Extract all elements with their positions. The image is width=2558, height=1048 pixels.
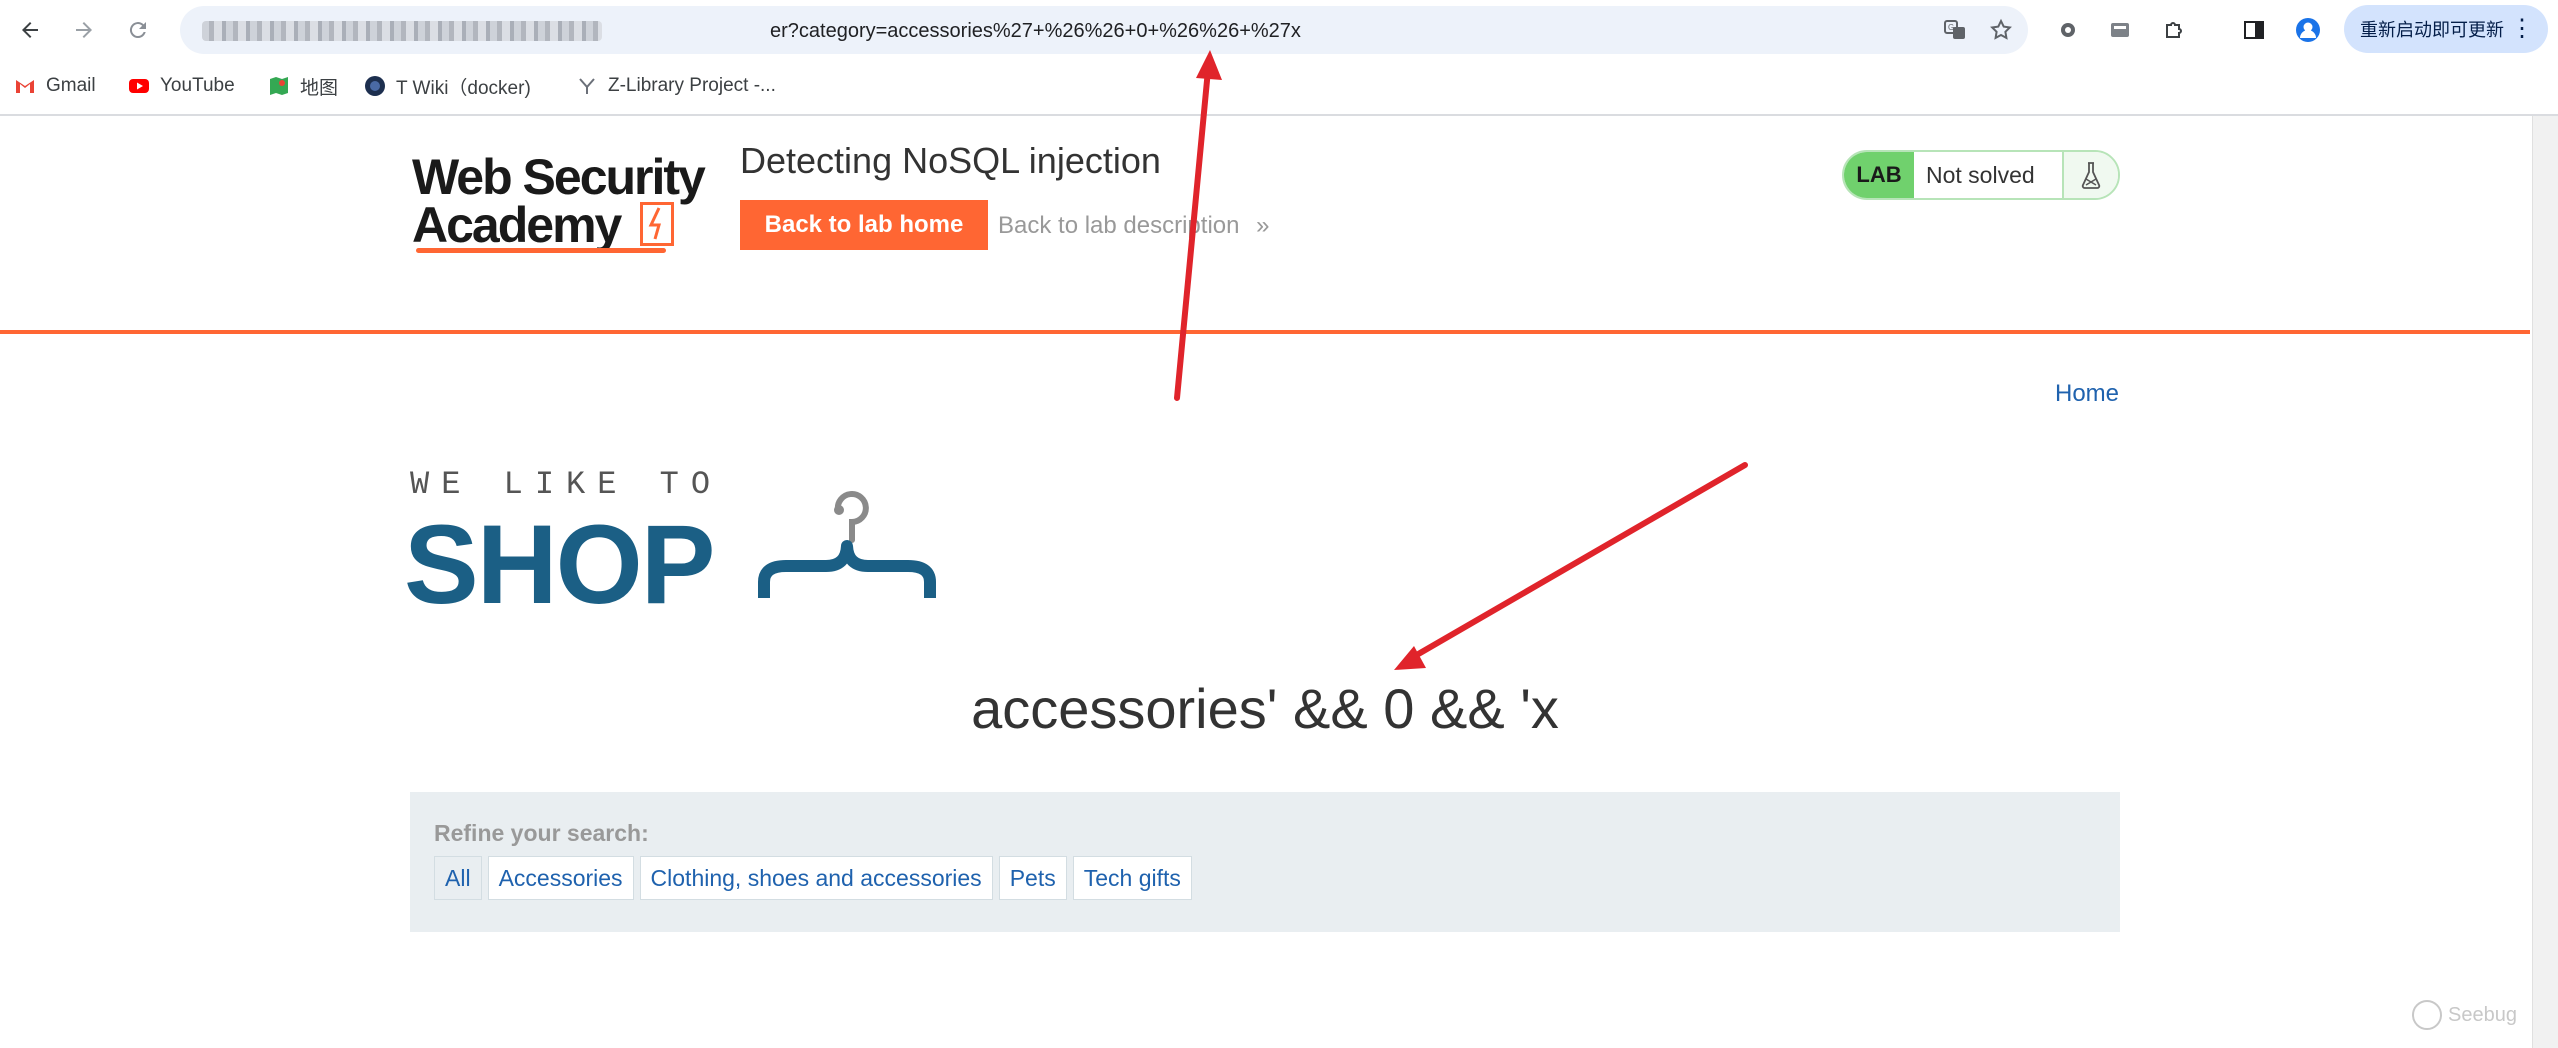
gmail-icon: [14, 75, 36, 97]
extension-gear-icon[interactable]: [2052, 14, 2084, 46]
lab-title: Detecting NoSQL injection: [740, 140, 1161, 181]
shop-tagline: WE LIKE TO: [410, 466, 723, 503]
bookmark-label: 地图: [300, 77, 339, 99]
filter-pets[interactable]: Pets: [998, 856, 1067, 900]
menu-kebab-icon[interactable]: ⋮: [2510, 14, 2534, 43]
bookmark-zlibrary[interactable]: Z-Library Project -...: [576, 72, 776, 100]
page-scrollbar[interactable]: [2532, 116, 2558, 1048]
maps-icon: [268, 75, 290, 97]
filter-accessories[interactable]: Accessories: [487, 856, 634, 900]
lab-status-text: Not solved: [1914, 152, 2062, 198]
logo-underline: [416, 248, 666, 253]
address-bar[interactable]: er?category=accessories%27+%26%26+0+%26%…: [180, 6, 2028, 54]
bookmark-gmail[interactable]: Gmail: [14, 72, 96, 100]
svg-text:G: G: [1948, 23, 1954, 32]
category-filters: All Accessories Clothing, shoes and acce…: [434, 856, 1192, 900]
url-redacted-segment: [202, 21, 602, 41]
reload-icon[interactable]: [120, 12, 156, 48]
youtube-icon: [128, 75, 150, 97]
web-security-academy-logo[interactable]: Web Security Academy: [412, 148, 712, 260]
bookmark-label: T Wiki（docker): [396, 77, 531, 99]
url-text[interactable]: er?category=accessories%27+%26%26+0+%26%…: [770, 20, 1301, 43]
filter-all[interactable]: All: [434, 856, 482, 900]
back-to-lab-description-link[interactable]: Back to lab description »: [998, 212, 1270, 240]
seebug-watermark: Seebug: [2412, 1000, 2517, 1030]
back-arrow-icon[interactable]: [12, 12, 48, 48]
back-to-lab-description-label: Back to lab description: [998, 212, 1240, 239]
bookmark-maps[interactable]: 地图: [268, 72, 338, 100]
side-panel-icon[interactable]: [2238, 14, 2270, 46]
shop-brand: SHOP: [404, 502, 715, 627]
translate-icon[interactable]: G: [1942, 17, 1968, 43]
annotation-arrow-to-heading: [1394, 462, 1748, 670]
header-divider: [0, 330, 2530, 334]
double-chevron-right-icon: »: [1256, 212, 1270, 239]
clothes-hanger-icon: [756, 470, 938, 610]
relaunch-update-label: 重新启动即可更新: [2360, 20, 2504, 40]
relaunch-update-button[interactable]: 重新启动即可更新 ⋮: [2344, 5, 2548, 53]
filter-tech-gifts[interactable]: Tech gifts: [1072, 856, 1192, 900]
wiki-icon: [364, 75, 386, 97]
search-result-heading: accessories' && 0 && 'x: [971, 677, 1559, 740]
bookmark-twiki[interactable]: T Wiki（docker): [364, 72, 531, 100]
home-link[interactable]: Home: [2055, 380, 2119, 408]
lab-badge: LAB: [1844, 152, 1914, 198]
browser-toolbar: er?category=accessories%27+%26%26+0+%26%…: [0, 0, 2558, 58]
filter-clothing-shoes-accessories[interactable]: Clothing, shoes and accessories: [639, 856, 993, 900]
back-to-lab-home-button[interactable]: Back to lab home: [740, 200, 988, 250]
bookmark-youtube[interactable]: YouTube: [128, 72, 235, 100]
zlibrary-icon: [576, 75, 598, 97]
extensions-puzzle-icon[interactable]: [2158, 14, 2190, 46]
forward-arrow-icon[interactable]: [66, 12, 102, 48]
logo-line-2: Academy: [412, 197, 622, 253]
profile-avatar-icon[interactable]: [2292, 14, 2324, 46]
bookmark-label: Z-Library Project -...: [608, 75, 776, 96]
logo-lightning-icon: [640, 202, 674, 246]
watermark-text: Seebug: [2448, 1003, 2517, 1026]
seebug-logo-icon: [2412, 1000, 2442, 1030]
refine-search-label: Refine your search:: [434, 820, 649, 846]
refine-search-panel: Refine your search: All Accessories Clot…: [410, 792, 2120, 932]
tab-search-icon[interactable]: [2104, 14, 2136, 46]
bookmark-label: Gmail: [46, 75, 96, 96]
lab-status-widget: LAB Not solved: [1842, 150, 2120, 200]
bookmarks-bar: Gmail YouTube 地图 T Wiki（docker) Z-Librar…: [0, 58, 2558, 116]
bookmark-star-icon[interactable]: [1988, 17, 2014, 43]
flask-icon: [2062, 152, 2118, 198]
bookmark-label: YouTube: [160, 75, 235, 96]
